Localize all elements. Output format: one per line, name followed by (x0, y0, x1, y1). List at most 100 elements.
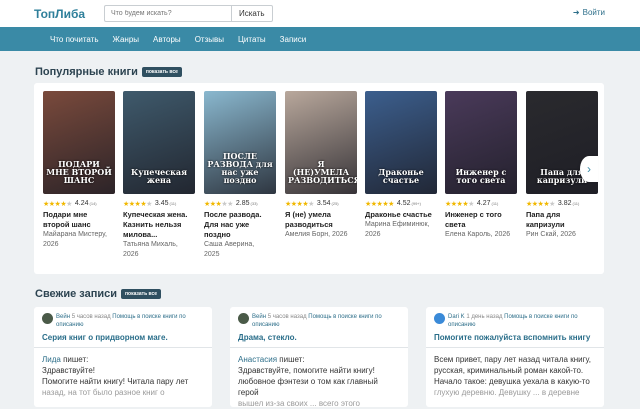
record-meta: Dari K 1 день назад Помощь в поиске книг… (434, 313, 596, 329)
nav-item-genres[interactable]: Жанры (113, 35, 140, 44)
cover-title: Я (НЕ)УМЕЛА РАЗВОДИТЬСЯ (288, 159, 357, 185)
nav-item-reviews[interactable]: Отзывы (195, 35, 224, 44)
record-title[interactable]: Помогите пожалуйста вспомнить книгу (426, 333, 604, 348)
record-line: Начало такое: девушка уехала в какую-то (434, 377, 590, 386)
book-title[interactable]: Драконье счастье (365, 210, 437, 220)
book-year: 2026 (365, 231, 381, 238)
record-author[interactable]: Анастасия (238, 355, 277, 364)
book-rating: ★★★★★ 4.27 (11) (445, 199, 517, 208)
section-title: Свежие записи (35, 288, 117, 300)
book-author[interactable]: Елена Кароль, 2026 (445, 230, 517, 240)
rating-count: (99+) (411, 201, 421, 206)
book-cover[interactable]: Купеческая жена (123, 91, 195, 194)
avatar[interactable] (238, 313, 249, 324)
top-header: ТопЛиба Искать ➜ Войти (0, 0, 640, 27)
avatar[interactable] (434, 313, 445, 324)
rating-value: 3.54 (316, 200, 331, 207)
record-title[interactable]: Серия книг о придворном маге. (34, 333, 212, 348)
rating-count: (14) (89, 201, 97, 206)
record-line: глухую деревню. Девушку ... в деревне (434, 388, 580, 397)
rating-value: 2.85 (235, 200, 250, 207)
book-rating: ★★★★★ 2.85 (33) (204, 199, 276, 208)
book-author[interactable]: Амелия Борн, 2026 (285, 230, 357, 240)
book-year: 2026 (123, 251, 139, 258)
search-button[interactable]: Искать (231, 5, 273, 22)
book-title[interactable]: Я (не) умела разводиться (285, 210, 357, 230)
rating-stars: ★★★★★ (365, 200, 394, 208)
rating-value: 3.45 (154, 200, 169, 207)
record-body: Всем привет, пару лет назад читала книгу… (434, 354, 596, 398)
book-cover[interactable]: Инженер с того света (445, 91, 517, 194)
book-author[interactable]: Саша Аверина, (204, 240, 276, 250)
login-link[interactable]: ➜ Войти (573, 8, 605, 17)
nav-item-quotes[interactable]: Цитаты (238, 35, 266, 44)
book-year: 2026 (43, 241, 59, 248)
carousel-next-icon[interactable]: › (580, 156, 598, 182)
book-title[interactable]: Инженер с того света (445, 210, 517, 230)
record-card: Вейн 5 часов назад Помощь в поиске книги… (230, 307, 408, 409)
book-card[interactable]: Драконье счастье ★★★★★ 4.52 (99+) Драконье… (365, 91, 437, 240)
book-rating: ★★★★★ 3.45 (11) (123, 199, 195, 208)
record-body: Анастасия пишет: Здравствуйте, помогите … (238, 354, 400, 409)
book-card[interactable]: Инженер с того света ★★★★★ 4.27 (11) Инжен… (445, 91, 517, 240)
record-meta: Вейн 5 часов назад Помощь в поиске книги… (238, 313, 400, 329)
show-all-button[interactable]: показать все (121, 289, 162, 299)
record-time: 5 часов назад (71, 314, 111, 320)
book-rating: ★★★★★ 3.54 (25) (285, 199, 357, 208)
rating-count: (11) (169, 201, 177, 206)
nav-item-what-to-read[interactable]: Что почитать (50, 35, 99, 44)
book-author[interactable]: Майарана Мистеру, (43, 230, 115, 240)
book-author[interactable]: Татьяна Михаль, (123, 240, 195, 250)
book-rating: ★★★★★ 3.82 (11) (526, 199, 598, 208)
book-title[interactable]: Купеческая жена. Казнить нельзя милова..… (123, 210, 195, 240)
search-input[interactable] (104, 5, 231, 22)
cover-title: Инженер с того света (455, 167, 507, 185)
rating-count: (11) (572, 201, 580, 206)
main-nav: Что почитать Жанры Авторы Отзывы Цитаты … (0, 27, 640, 51)
book-card[interactable]: Купеческая жена ★★★★★ 3.45 (11) Купеческая… (123, 91, 195, 260)
section-title: Популярные книги (35, 66, 138, 78)
show-all-button[interactable]: показать все (141, 67, 182, 77)
record-user[interactable]: Dari K (448, 314, 465, 320)
nav-item-authors[interactable]: Авторы (153, 35, 181, 44)
book-author[interactable]: Рин Скай, 2026 (526, 230, 598, 240)
record-author[interactable]: Лида (42, 355, 61, 364)
book-title[interactable]: Папа для капризули (526, 210, 598, 230)
book-title[interactable]: Подари мне второй шанс (43, 210, 115, 230)
book-cover[interactable]: ПОДАРИ МНЕ ВТОРОЙ ШАНС (43, 91, 115, 194)
rating-stars: ★★★★★ (526, 200, 555, 208)
record-line: Здравствуйте! (42, 366, 96, 375)
book-cover[interactable]: Я (НЕ)УМЕЛА РАЗВОДИТЬСЯ (285, 91, 357, 194)
records-header: Свежие записи показать все (35, 288, 162, 300)
record-title[interactable]: Драма, стекло. (230, 333, 408, 348)
record-card: Dari K 1 день назад Помощь в поиске книг… (426, 307, 604, 407)
login-label: Войти (582, 8, 605, 17)
record-verb: пишет: (63, 355, 89, 364)
book-card[interactable]: ПОДАРИ МНЕ ВТОРОЙ ШАНС ★★★★★ 4.24 (14) Под… (43, 91, 115, 250)
book-cover[interactable]: Драконье счастье (365, 91, 437, 194)
rating-stars: ★★★★★ (285, 200, 314, 208)
book-year: 2025 (204, 251, 220, 258)
record-line: русская, криминальный роман какой-то. (434, 366, 584, 375)
book-cover[interactable]: ПОСЛЕ РАЗВОДА для нас уже поздно (204, 91, 276, 194)
avatar[interactable] (42, 313, 53, 324)
record-user[interactable]: Вейн (252, 314, 266, 320)
rating-stars: ★★★★★ (204, 200, 233, 208)
rating-stars: ★★★★★ (445, 200, 474, 208)
record-line: Помогите найти книгу! Читала пару лет (42, 377, 189, 386)
record-line: назад, на тот было разное книг о (42, 388, 165, 397)
popular-books-carousel: ПОДАРИ МНЕ ВТОРОЙ ШАНС ★★★★★ 4.24 (14) Под… (34, 83, 604, 274)
record-time: 5 часов назад (267, 314, 307, 320)
popular-books-header: Популярные книги показать все (0, 65, 640, 79)
nav-item-records[interactable]: Записи (280, 35, 307, 44)
rating-count: (11) (491, 201, 499, 206)
record-user[interactable]: Вейн (56, 314, 70, 320)
site-logo[interactable]: ТопЛиба (34, 7, 104, 21)
rating-value: 4.27 (476, 200, 491, 207)
record-time: 1 день назад (466, 314, 503, 320)
rating-value: 3.82 (557, 200, 572, 207)
book-card[interactable]: Я (НЕ)УМЕЛА РАЗВОДИТЬСЯ ★★★★★ 3.54 (25) Я … (285, 91, 357, 240)
book-card[interactable]: ПОСЛЕ РАЗВОДА для нас уже поздно ★★★★★ 2.… (204, 91, 276, 260)
book-title[interactable]: После развода. Для нас уже поздно (204, 210, 276, 240)
book-author[interactable]: Марина Ефиминюк, (365, 220, 437, 230)
